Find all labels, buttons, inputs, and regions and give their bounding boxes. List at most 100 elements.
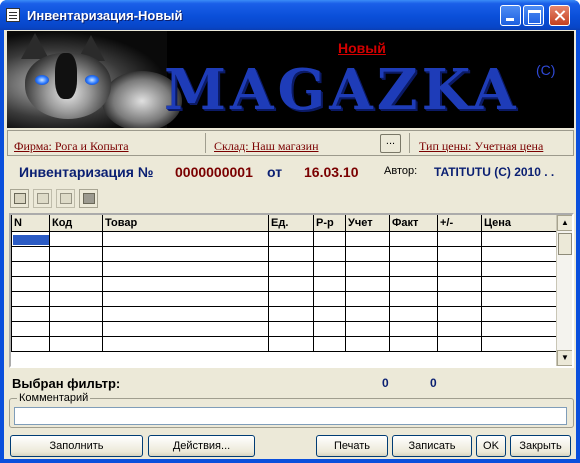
grid-cell[interactable] xyxy=(389,305,438,322)
column-header[interactable]: Ед. xyxy=(268,215,314,232)
browse-button[interactable]: ... xyxy=(380,134,401,153)
grid-cell[interactable] xyxy=(102,335,269,352)
table-row[interactable] xyxy=(11,305,559,322)
grid-cell[interactable] xyxy=(389,275,438,292)
grid-cell[interactable] xyxy=(268,230,314,247)
grid-cell[interactable] xyxy=(11,275,50,292)
warehouse-link[interactable]: Склад: Наш магазин xyxy=(214,139,319,154)
grid-cell[interactable] xyxy=(345,290,390,307)
grid-cell[interactable] xyxy=(49,245,103,262)
grid-cell[interactable] xyxy=(11,260,50,277)
grid-cell[interactable] xyxy=(389,290,438,307)
grid-cell[interactable] xyxy=(481,275,559,292)
column-header[interactable]: Код xyxy=(49,215,103,232)
title-bar[interactable]: Инвентаризация-Новый xyxy=(0,0,580,30)
grid-cell[interactable] xyxy=(268,305,314,322)
grid-cell[interactable] xyxy=(345,260,390,277)
grid-cell[interactable] xyxy=(345,335,390,352)
grid-cell[interactable] xyxy=(437,275,482,292)
grid-cell[interactable] xyxy=(49,290,103,307)
save-button[interactable]: Записать xyxy=(392,435,472,457)
grid-cell[interactable] xyxy=(313,275,346,292)
grid-cell[interactable] xyxy=(345,305,390,322)
add-row-icon[interactable] xyxy=(10,189,29,208)
grid-cell[interactable] xyxy=(313,245,346,262)
close-window-button[interactable] xyxy=(549,5,570,26)
grid-cell[interactable] xyxy=(49,260,103,277)
insert-row-icon[interactable] xyxy=(33,189,52,208)
grid-cell[interactable] xyxy=(313,230,346,247)
close-button[interactable]: Закрыть xyxy=(510,435,571,457)
table-row[interactable] xyxy=(11,260,559,277)
firm-link[interactable]: Фирма: Рога и Копыта xyxy=(14,139,129,154)
grid-cell[interactable] xyxy=(481,290,559,307)
grid-cell[interactable] xyxy=(345,230,390,247)
grid-cell[interactable] xyxy=(313,305,346,322)
grid-cell[interactable] xyxy=(268,245,314,262)
grid-cell[interactable] xyxy=(389,320,438,337)
table-row[interactable] xyxy=(11,290,559,307)
grid-cell[interactable] xyxy=(11,335,50,352)
gray-square-icon[interactable] xyxy=(79,189,98,208)
grid-cell[interactable] xyxy=(11,305,50,322)
grid-cell[interactable] xyxy=(437,335,482,352)
grid-cell[interactable] xyxy=(313,335,346,352)
grid-cell[interactable] xyxy=(11,230,50,247)
grid-cell[interactable] xyxy=(437,245,482,262)
table-row[interactable] xyxy=(11,320,559,337)
grid-cell[interactable] xyxy=(268,290,314,307)
grid-cell[interactable] xyxy=(268,335,314,352)
grid-cell[interactable] xyxy=(345,320,390,337)
scroll-up-icon[interactable]: ▲ xyxy=(557,215,572,231)
grid-cell[interactable] xyxy=(49,305,103,322)
grid-cell[interactable] xyxy=(481,245,559,262)
grid-cell[interactable] xyxy=(49,230,103,247)
grid-cell[interactable] xyxy=(437,320,482,337)
column-header[interactable]: Цена xyxy=(481,215,559,232)
grid-cell[interactable] xyxy=(268,320,314,337)
fill-button[interactable]: Заполнить xyxy=(10,435,143,457)
grid-cell[interactable] xyxy=(102,260,269,277)
grid-cell[interactable] xyxy=(49,320,103,337)
grid-cell[interactable] xyxy=(481,335,559,352)
grid-cell[interactable] xyxy=(11,320,50,337)
table-row[interactable] xyxy=(11,275,559,292)
inventory-grid[interactable]: N Код Товар Ед. Р-р Учет Факт +/- Цена ▲ ▼ xyxy=(9,213,574,368)
actions-button[interactable]: Действия... xyxy=(148,435,255,457)
grid-cell[interactable] xyxy=(481,260,559,277)
grid-cell[interactable] xyxy=(481,320,559,337)
grid-cell[interactable] xyxy=(313,260,346,277)
grid-cell[interactable] xyxy=(268,275,314,292)
grid-cell[interactable] xyxy=(11,245,50,262)
column-header[interactable]: N xyxy=(11,215,50,232)
grid-cell[interactable] xyxy=(49,275,103,292)
grid-cell[interactable] xyxy=(437,305,482,322)
scroll-down-icon[interactable]: ▼ xyxy=(557,350,572,366)
grid-cell[interactable] xyxy=(313,320,346,337)
scroll-thumb[interactable] xyxy=(558,233,572,255)
grid-cell[interactable] xyxy=(437,230,482,247)
grid-cell[interactable] xyxy=(102,290,269,307)
grid-cell[interactable] xyxy=(345,245,390,262)
grid-cell[interactable] xyxy=(481,305,559,322)
maximize-button[interactable] xyxy=(523,5,544,26)
grid-cell[interactable] xyxy=(102,245,269,262)
grid-cell[interactable] xyxy=(102,320,269,337)
grid-cell[interactable] xyxy=(481,230,559,247)
delete-row-icon[interactable] xyxy=(56,189,75,208)
grid-cell[interactable] xyxy=(102,305,269,322)
column-header[interactable]: Р-р xyxy=(313,215,346,232)
grid-cell[interactable] xyxy=(102,230,269,247)
grid-cell[interactable] xyxy=(437,260,482,277)
grid-cell[interactable] xyxy=(102,275,269,292)
grid-cell[interactable] xyxy=(49,335,103,352)
grid-cell[interactable] xyxy=(389,260,438,277)
grid-scrollbar[interactable]: ▲ ▼ xyxy=(556,215,572,366)
grid-cell[interactable] xyxy=(345,275,390,292)
table-row[interactable] xyxy=(11,335,559,352)
column-header[interactable]: +/- xyxy=(437,215,482,232)
grid-cell[interactable] xyxy=(313,290,346,307)
print-button[interactable]: Печать xyxy=(316,435,388,457)
grid-cell[interactable] xyxy=(437,290,482,307)
comment-input[interactable] xyxy=(14,407,567,425)
